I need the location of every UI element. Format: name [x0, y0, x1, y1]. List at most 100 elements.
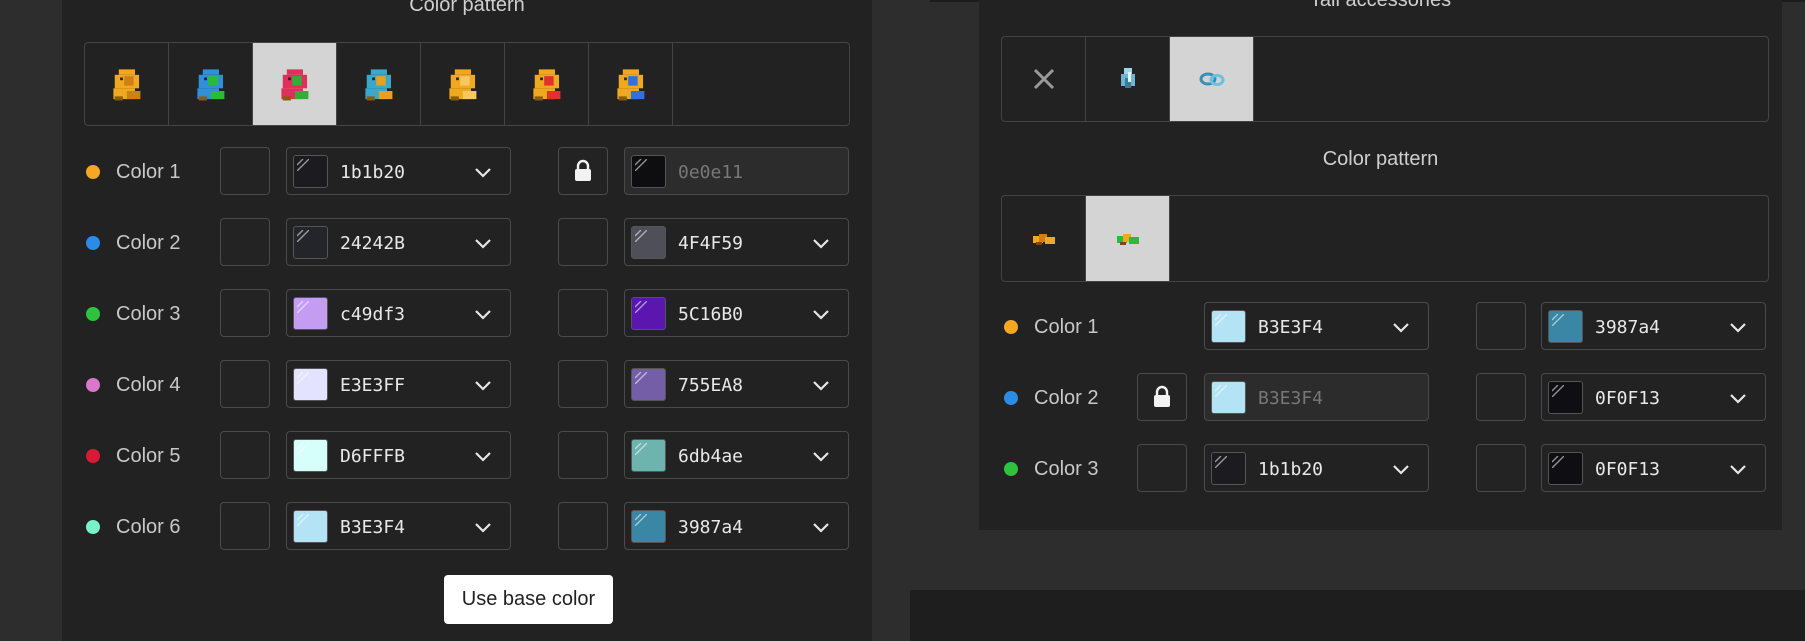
link-toggle-button[interactable]: [1137, 444, 1187, 492]
tail-accessory-option[interactable]: [1002, 37, 1086, 121]
chevron-down-icon: [475, 381, 491, 391]
color-swatch[interactable]: [1548, 381, 1583, 414]
color-swatch[interactable]: [293, 226, 328, 259]
chevron-down-icon: [1730, 394, 1746, 404]
link-toggle-button[interactable]: [220, 218, 270, 266]
swatch-gloss-icon: [635, 514, 647, 526]
link-toggle-button[interactable]: [220, 360, 270, 408]
alt-color-picker[interactable]: 5C16B0: [624, 289, 849, 337]
hex-value: 6db4ae: [678, 446, 744, 467]
tail-accessory-option[interactable]: [1086, 37, 1170, 121]
color-row: Color 3 1b1b20 0F0F13: [979, 444, 1782, 494]
ring-accessory-icon: [1199, 72, 1224, 86]
color-label: Color 2: [116, 232, 181, 254]
swatch-gloss-icon: [297, 230, 309, 242]
alt-color-picker[interactable]: 4F4F59: [624, 218, 849, 266]
link-toggle-button[interactable]: [558, 360, 608, 408]
color-swatch[interactable]: [293, 368, 328, 401]
lock-icon: [1154, 385, 1170, 407]
color-swatch[interactable]: [293, 510, 328, 543]
color-row: Color 2 B3E3F4 0F0F13: [979, 373, 1782, 423]
tail-accessory-option[interactable]: [1170, 37, 1254, 121]
link-toggle-button[interactable]: [1476, 444, 1526, 492]
link-toggle-button[interactable]: [1476, 302, 1526, 350]
alt-color-picker[interactable]: 6db4ae: [624, 431, 849, 479]
pattern-option[interactable]: [85, 43, 169, 125]
color-swatch[interactable]: [631, 368, 666, 401]
lock-button[interactable]: [558, 147, 608, 195]
color-label: Color 6: [116, 516, 181, 538]
alt-color-picker[interactable]: 3987a4: [1541, 302, 1766, 350]
base-color-picker[interactable]: B3E3F4: [286, 502, 511, 550]
color-swatch[interactable]: [293, 439, 328, 472]
color-swatch[interactable]: [293, 297, 328, 330]
hex-value: 24242B: [340, 233, 406, 254]
link-toggle-button[interactable]: [558, 431, 608, 479]
chevron-down-icon: [813, 381, 829, 391]
chevron-down-icon: [475, 239, 491, 249]
pattern-option[interactable]: [589, 43, 673, 125]
color-row: Color 4 E3E3FF 755EA8: [62, 360, 872, 410]
link-toggle-button[interactable]: [558, 502, 608, 550]
link-toggle-button[interactable]: [220, 502, 270, 550]
color-swatch[interactable]: [1211, 381, 1246, 414]
color-swatch[interactable]: [631, 226, 666, 259]
pattern-option[interactable]: [421, 43, 505, 125]
link-toggle-button[interactable]: [220, 431, 270, 479]
hex-value: 755EA8: [678, 375, 744, 396]
base-color-picker[interactable]: B3E3F4: [1204, 302, 1429, 350]
pattern-sprite-icon: [1116, 233, 1139, 245]
base-color-picker[interactable]: 1b1b20: [286, 147, 511, 195]
base-color-picker[interactable]: E3E3FF: [286, 360, 511, 408]
chevron-down-icon: [1393, 323, 1409, 333]
link-toggle-button[interactable]: [220, 147, 270, 195]
swatch-gloss-icon: [1552, 314, 1564, 326]
alt-color-picker[interactable]: 3987a4: [624, 502, 849, 550]
color-swatch[interactable]: [1548, 452, 1583, 485]
color-swatch[interactable]: [631, 297, 666, 330]
swatch-gloss-icon: [297, 301, 309, 313]
hex-value: c49df3: [340, 304, 406, 325]
color-swatch[interactable]: [1548, 310, 1583, 343]
color-dot-icon: [1004, 391, 1018, 405]
color-swatch[interactable]: [631, 510, 666, 543]
pattern-sprite-icon: [532, 69, 560, 101]
base-color-picker[interactable]: D6FFFB: [286, 431, 511, 479]
link-toggle-button[interactable]: [220, 289, 270, 337]
chevron-down-icon: [475, 168, 491, 178]
pattern-sprite-icon: [112, 69, 140, 101]
color-swatch[interactable]: [631, 439, 666, 472]
color-dot-icon: [86, 378, 100, 392]
hex-value: E3E3FF: [340, 375, 406, 396]
color-row: Color 1 1b1b20 0e0e11: [62, 147, 872, 197]
use-base-color-button[interactable]: Use base color: [444, 575, 613, 624]
chevron-down-icon: [1730, 323, 1746, 333]
pattern-option[interactable]: [253, 43, 337, 125]
color-swatch[interactable]: [293, 155, 328, 188]
base-color-picker[interactable]: c49df3: [286, 289, 511, 337]
hex-value: B3E3F4: [1258, 317, 1324, 338]
base-color-picker: B3E3F4: [1204, 373, 1429, 421]
link-toggle-button[interactable]: [558, 218, 608, 266]
pattern-option[interactable]: [1086, 196, 1170, 281]
color-swatch[interactable]: [1211, 310, 1246, 343]
alt-color-picker[interactable]: 755EA8: [624, 360, 849, 408]
link-toggle-button[interactable]: [558, 289, 608, 337]
color-dot-icon: [86, 520, 100, 534]
pattern-option[interactable]: [337, 43, 421, 125]
lock-button[interactable]: [1137, 373, 1187, 421]
alt-color-picker: 0e0e11: [624, 147, 849, 195]
pattern-option[interactable]: [1002, 196, 1086, 281]
base-color-picker[interactable]: 24242B: [286, 218, 511, 266]
base-color-picker[interactable]: 1b1b20: [1204, 444, 1429, 492]
color-swatch[interactable]: [1211, 452, 1246, 485]
color-swatch[interactable]: [631, 155, 666, 188]
alt-color-picker[interactable]: 0F0F13: [1541, 444, 1766, 492]
alt-color-picker[interactable]: 0F0F13: [1541, 373, 1766, 421]
pattern-option[interactable]: [505, 43, 589, 125]
link-toggle-button[interactable]: [1476, 373, 1526, 421]
tail-accessories-heading: Tail accessories: [1309, 0, 1452, 11]
bottom-band: [910, 590, 1805, 641]
pattern-option[interactable]: [169, 43, 253, 125]
hex-value: 3987a4: [1595, 317, 1661, 338]
